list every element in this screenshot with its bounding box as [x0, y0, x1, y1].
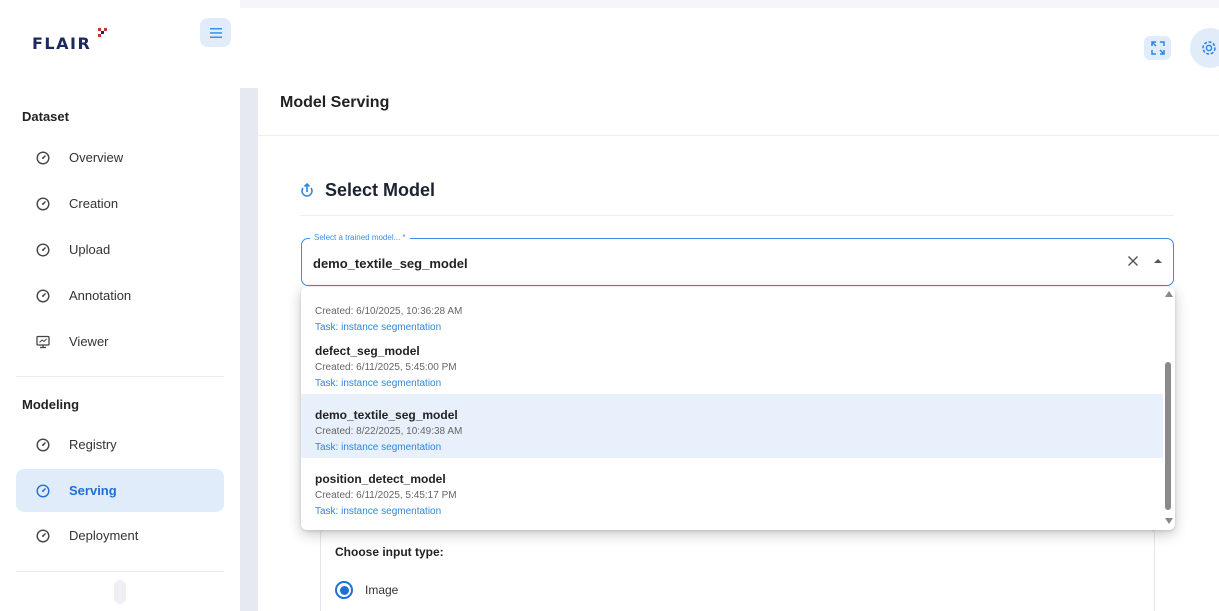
- top-edge: [240, 0, 1219, 8]
- sidebar-item-upload[interactable]: Upload: [16, 228, 224, 271]
- option-created: Created: 6/10/2025, 10:36:28 AM: [315, 306, 463, 317]
- sidebar-item-registry[interactable]: Registry: [16, 423, 224, 466]
- section-title-modeling: Modeling: [22, 397, 80, 412]
- hamburger-icon: [209, 27, 222, 38]
- sidebar-item-label: Serving: [69, 483, 117, 498]
- clear-icon[interactable]: [1125, 253, 1141, 269]
- sidebar-item-label: Viewer: [69, 334, 109, 349]
- scroll-down-icon[interactable]: [1165, 518, 1173, 524]
- sidebar-item-label: Creation: [69, 196, 119, 211]
- sidebar: FLAIR Dataset Overview Creation Upload A…: [0, 0, 240, 611]
- sidebar-item-label: Overview: [69, 150, 124, 165]
- model-select-label: Select a trained model... *: [310, 233, 410, 243]
- model-dropdown-list: Created: 6/10/2025, 10:36:28 AM Task: in…: [301, 287, 1175, 530]
- model-icon: [300, 182, 316, 199]
- model-select-value: demo_textile_seg_model: [313, 256, 468, 271]
- top-bar: [240, 0, 1219, 88]
- content-gutter: [240, 88, 258, 611]
- select-model-title: Select Model: [325, 180, 436, 200]
- flair-logo: FLAIR: [32, 28, 107, 53]
- dropdown-scrollbar[interactable]: [1163, 287, 1175, 530]
- sidebar-item-label: Registry: [69, 437, 117, 452]
- dropdown-option[interactable]: position_detect_model Created: 6/11/2025…: [301, 458, 1163, 522]
- sidebar-item-label: Annotation: [69, 288, 132, 303]
- gauge-icon: [36, 483, 50, 498]
- gauge-icon: [36, 437, 50, 452]
- page-title: Model Serving: [280, 94, 390, 111]
- select-model-heading: Select Model: [300, 180, 435, 201]
- scroll-up-icon[interactable]: [1165, 291, 1173, 297]
- option-created: Created: 6/11/2025, 5:45:00 PM: [315, 362, 457, 373]
- gauge-icon: [36, 242, 50, 257]
- option-name: defect_seg_model: [315, 344, 420, 358]
- sidebar-item-creation[interactable]: Creation: [16, 182, 224, 225]
- model-select[interactable]: Select a trained model... * demo_textile…: [301, 233, 1174, 286]
- sidebar-item-label: Upload: [69, 242, 111, 257]
- dropdown-option-selected[interactable]: demo_textile_seg_model Created: 8/22/202…: [301, 394, 1163, 458]
- sidebar-divider: [16, 376, 224, 377]
- radio-selected-icon[interactable]: [335, 581, 353, 599]
- radio-label: Image: [365, 583, 399, 597]
- sidebar-item-label: Deployment: [69, 528, 139, 543]
- option-name: position_detect_model: [315, 472, 446, 486]
- option-task: Task: instance segmentation: [315, 506, 442, 517]
- divider: [258, 135, 1219, 136]
- sidebar-divider: [16, 571, 224, 572]
- divider: [300, 215, 1173, 216]
- option-task: Task: instance segmentation: [315, 378, 442, 389]
- logo-text: FLAIR: [32, 34, 92, 53]
- gauge-icon: [36, 196, 50, 211]
- scroll-thumb[interactable]: [1165, 362, 1171, 510]
- dropdown-options: Created: 6/10/2025, 10:36:28 AM Task: in…: [301, 287, 1163, 530]
- option-name: demo_textile_seg_model: [315, 408, 458, 422]
- option-created: Created: 6/11/2025, 5:45:17 PM: [315, 490, 457, 501]
- section-title-dataset: Dataset: [22, 109, 69, 124]
- option-task: Task: instance segmentation: [315, 442, 442, 453]
- logo-mark-icon: [98, 28, 107, 37]
- sidebar-item-deployment[interactable]: Deployment: [16, 514, 224, 557]
- sidebar-item-overview[interactable]: Overview: [16, 136, 224, 179]
- input-type-card: Choose input type: Image: [320, 528, 1155, 611]
- input-type-image-option[interactable]: Image: [335, 581, 398, 599]
- input-type-label: Choose input type:: [335, 545, 444, 559]
- sidebar-item-serving[interactable]: Serving: [16, 469, 224, 512]
- fullscreen-button[interactable]: [1144, 36, 1171, 60]
- gauge-icon: [36, 150, 50, 165]
- gauge-icon: [36, 528, 50, 543]
- gear-icon: [1202, 41, 1216, 55]
- monitor-icon: [36, 335, 50, 349]
- gauge-icon: [36, 288, 50, 303]
- option-created: Created: 8/22/2025, 10:49:38 AM: [315, 426, 463, 437]
- sidebar-item-viewer[interactable]: Viewer: [16, 320, 224, 363]
- caret-up-icon[interactable]: [1150, 253, 1166, 269]
- sidebar-item-annotation[interactable]: Annotation: [16, 274, 224, 317]
- menu-toggle-button[interactable]: [200, 18, 231, 47]
- dropdown-option[interactable]: defect_seg_model Created: 6/11/2025, 5:4…: [301, 330, 1163, 394]
- sidebar-scrollbar[interactable]: [114, 580, 126, 604]
- expand-icon: [1150, 41, 1165, 55]
